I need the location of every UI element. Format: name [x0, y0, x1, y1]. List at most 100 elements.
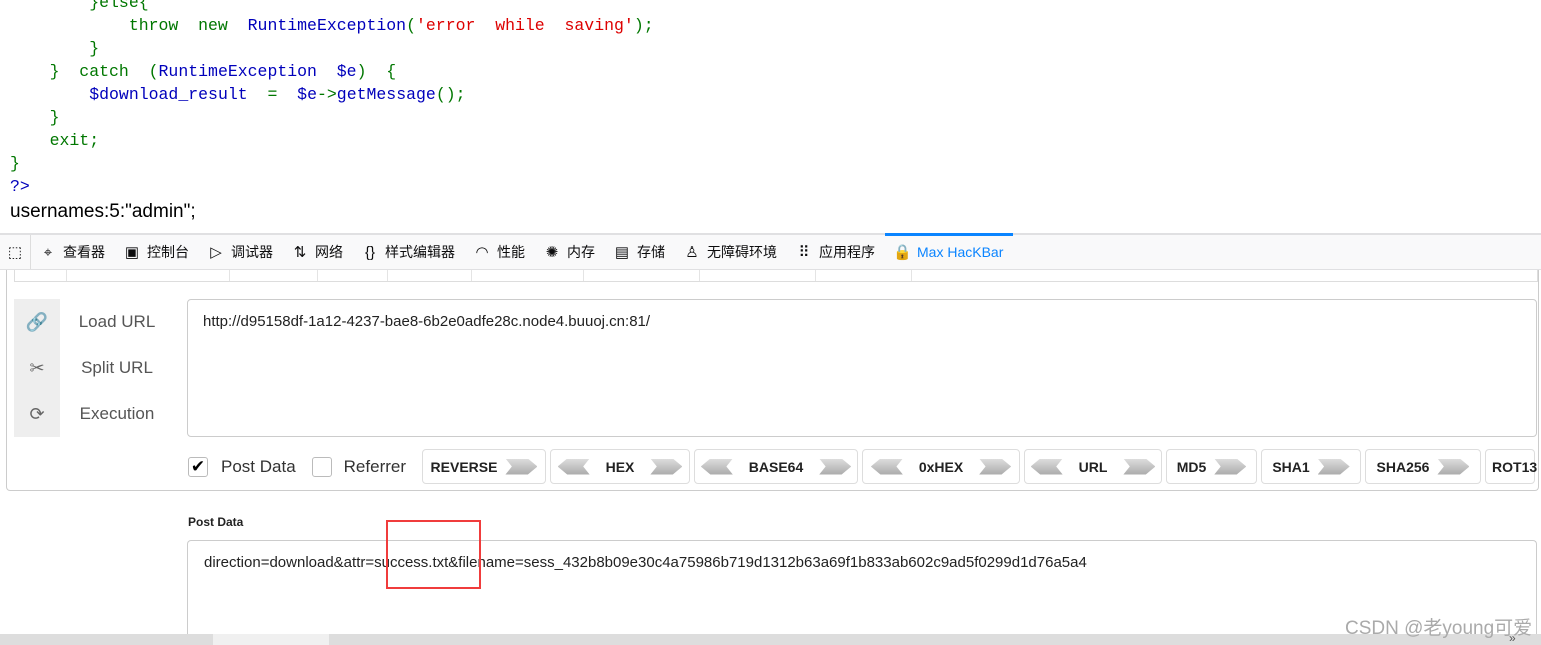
memory-icon: ✺: [545, 244, 559, 261]
code-line: }: [10, 106, 654, 129]
php-source-code: }else{ throw new RuntimeException('error…: [10, 0, 654, 198]
devtools-tab-9[interactable]: ♙ 无障碍环境: [675, 235, 787, 269]
devtools-tab-4[interactable]: ⇅ 网络: [283, 235, 353, 269]
tab-label: 控制台: [147, 244, 189, 260]
post-data-checkbox[interactable]: ✔: [188, 456, 208, 477]
code-line: }else{: [10, 0, 654, 14]
code-token: exit;: [10, 131, 100, 150]
encode-arrow-icon: [650, 458, 683, 475]
url-button[interactable]: URL: [1024, 449, 1163, 484]
hackbar-menu-bar: [14, 270, 1538, 282]
devtools-toolbar: ⬚ ⌖ 查看器 ▣ 控制台 ▷ 调试器 ⇅ 网络 {} 样式编辑器 ◠ 性能 ✺ 内存 ▤ 存储 ♙ 无障碍环境 ⠿…: [0, 233, 1541, 270]
sha256-button[interactable]: SHA256: [1365, 449, 1482, 484]
action-load-url[interactable]: 🔗 Load URL: [14, 302, 174, 342]
reverse-button[interactable]: REVERSE: [422, 449, 547, 484]
highlight-annotation-box: [386, 520, 481, 589]
code-token: }else{: [10, 0, 149, 12]
performance-icon: ◠: [475, 244, 489, 261]
referrer-checkbox-label: Referrer: [343, 456, 407, 476]
tab-label: 样式编辑器: [385, 244, 455, 260]
link-icon: 🔗: [25, 311, 49, 332]
code-token: } catch (: [10, 62, 159, 81]
post-data-checkbox-label: Post Data: [221, 456, 296, 476]
tab-label: 无障碍环境: [707, 244, 777, 260]
hex-button[interactable]: HEX: [550, 449, 691, 484]
refresh-icon: ⟳: [29, 403, 45, 424]
devtools-tab-6[interactable]: ◠ 性能: [465, 235, 535, 269]
code-token: =: [247, 85, 298, 104]
tab-label: 网络: [315, 244, 343, 260]
element-picker-button[interactable]: ⬚: [0, 235, 31, 269]
md5-button[interactable]: MD5: [1166, 449, 1258, 484]
code-line: exit;: [10, 129, 654, 152]
action-execution[interactable]: ⟳ Execution: [14, 394, 174, 434]
action-label: Split URL: [81, 358, 153, 377]
code-line: }: [10, 37, 654, 60]
decode-arrow-icon: [700, 458, 733, 475]
devtools-tab-5[interactable]: {} 样式编辑器: [353, 235, 465, 269]
code-line: throw new RuntimeException('error while …: [10, 14, 654, 37]
referrer-checkbox[interactable]: [311, 456, 332, 477]
code-line: }: [10, 152, 654, 175]
action-split-url[interactable]: ✂ Split URL: [14, 348, 174, 388]
devtools-tab-11[interactable]: 🔒 Max HacKBar: [885, 233, 1014, 269]
element-picker-icon: ⬚: [7, 244, 23, 261]
code-token: getMessage: [336, 85, 436, 104]
debugger-icon: ▷: [210, 244, 222, 261]
tab-label: 存储: [637, 244, 665, 260]
code-token: );: [633, 16, 654, 35]
page-output: usernames:5:"admin";: [10, 201, 196, 222]
accessibility-icon: ♙: [685, 244, 699, 261]
hackbar-icon: 🔒: [893, 244, 912, 261]
code-token: (: [406, 16, 416, 35]
action-label: Execution: [79, 404, 155, 423]
devtools-tab-3[interactable]: ▷ 调试器: [199, 235, 283, 269]
devtools-tab-8[interactable]: ▤ 存储: [605, 235, 675, 269]
console-icon: ▣: [124, 244, 140, 261]
devtools-tab-10[interactable]: ⠿ 应用程序: [787, 235, 885, 269]
checkmark-icon: ✔: [190, 456, 206, 476]
button-label: HEX: [605, 458, 635, 475]
button-label: BASE64: [748, 458, 804, 475]
code-line: $download_result = $e->getMessage();: [10, 83, 654, 106]
network-icon: ⇅: [293, 244, 307, 261]
code-token: throw new: [10, 16, 248, 35]
code-token: RuntimeException: [247, 16, 407, 35]
base64-button[interactable]: BASE64: [694, 449, 859, 484]
sha1-button[interactable]: SHA1: [1261, 449, 1362, 484]
decode-arrow-icon: [870, 458, 903, 475]
decode-arrow-icon: [1030, 458, 1063, 475]
button-label: URL: [1078, 458, 1108, 475]
devtools-tab-7[interactable]: ✺ 内存: [535, 235, 605, 269]
button-label: MD5: [1176, 458, 1207, 475]
0xhex-button[interactable]: 0xHEX: [862, 449, 1021, 484]
encode-arrow-icon: [1317, 458, 1350, 475]
style-editor-icon: {}: [364, 243, 376, 261]
code-line: ?>: [10, 175, 654, 198]
scissors-icon: ✂: [29, 357, 45, 378]
devtools-tab-1[interactable]: ⌖ 查看器: [31, 235, 115, 269]
button-label: ROT13: [1492, 458, 1538, 475]
devtools-tab-2[interactable]: ▣ 控制台: [115, 235, 199, 269]
watermark: CSDN @老young可爱: [1345, 618, 1533, 639]
tab-label: 调试器: [231, 244, 273, 260]
tab-label: 性能: [497, 244, 525, 260]
options-row: ✔ Post Data Referrer REVERSE HEX BASE64 0xH…: [188, 449, 1538, 484]
button-label: 0xHEX: [918, 458, 964, 475]
rot13-button[interactable]: ROT13: [1485, 449, 1538, 484]
code-line: } catch (RuntimeException $e) {: [10, 60, 654, 83]
encode-arrow-icon: [1214, 458, 1247, 475]
code-token: 'error while saving': [415, 16, 634, 35]
scrollbar-thumb[interactable]: [213, 634, 329, 645]
overflow-chevron-icon[interactable]: »: [1509, 631, 1516, 645]
code-token: ) {: [356, 62, 397, 81]
code-token: ();: [435, 85, 466, 104]
url-input[interactable]: http://d95158df-1a12-4237-bae8-6b2e0adfe…: [187, 299, 1537, 437]
post-data-label: Post Data: [188, 515, 244, 529]
encode-arrow-icon: [1123, 458, 1156, 475]
tab-label: 应用程序: [819, 244, 875, 260]
storage-icon: ▤: [614, 244, 630, 261]
code-token: ?>: [10, 177, 30, 196]
encode-arrow-icon: [979, 458, 1012, 475]
